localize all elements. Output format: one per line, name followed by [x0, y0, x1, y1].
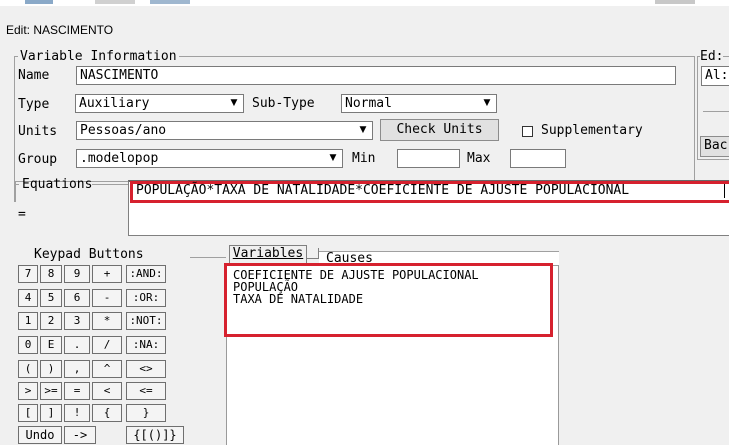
right-panel-divider [703, 111, 729, 112]
keypad-button[interactable]: <= [126, 382, 166, 400]
keypad-button[interactable]: Undo [18, 426, 62, 444]
units-label: Units [18, 124, 58, 139]
type-value: Auxiliary [79, 96, 150, 111]
units-value: Pessoas/ano [80, 123, 167, 138]
keypad-button[interactable]: 2 [40, 312, 62, 330]
keypad-button[interactable]: < [92, 382, 122, 400]
subtype-select[interactable]: Normal ▼ [341, 94, 497, 113]
equation-text: POPULAÇÃO*TAXA DE NATALIDADE*COEFICIENTE… [136, 183, 630, 198]
keypad-button[interactable]: * [92, 312, 122, 330]
keypad-button[interactable]: ( [18, 360, 38, 378]
subtype-label: Sub-Type [252, 96, 315, 111]
supplementary-label: Supplementary [541, 123, 643, 138]
variables-items: COEFICIENTE DE AJUSTE POPULACIONAL POPUL… [233, 269, 479, 305]
equations-frame-top [14, 184, 19, 185]
editing-legend: Ed: [700, 49, 724, 64]
keypad-button[interactable]: > [18, 382, 38, 400]
keypad-button[interactable]: 1 [18, 312, 38, 330]
keypad-legend: Keypad Buttons [34, 247, 144, 262]
keypad-button[interactable]: 3 [64, 312, 90, 330]
keypad-button[interactable]: 9 [64, 265, 90, 283]
keypad-button[interactable]: , [64, 360, 90, 378]
keypad-button[interactable]: 4 [18, 289, 38, 307]
chevron-down-icon: ▼ [230, 98, 238, 108]
keypad-button[interactable]: :NA: [126, 336, 166, 354]
equations-frame [14, 182, 16, 202]
keypad-button[interactable]: } [126, 404, 166, 422]
chevron-down-icon: ▼ [329, 153, 337, 163]
keypad-button[interactable]: { [92, 404, 122, 422]
keypad-button[interactable]: + [92, 265, 122, 283]
keypad-button[interactable]: = [64, 382, 90, 400]
check-units-button[interactable]: Check Units [380, 119, 499, 141]
keypad-frame-line [190, 257, 226, 258]
text-cursor [724, 184, 725, 198]
chevron-down-icon: ▼ [483, 98, 491, 108]
keypad-button[interactable]: ^ [92, 360, 122, 378]
equations-frame-top-right [92, 184, 128, 185]
equations-legend: Equations [22, 177, 93, 192]
keypad-button[interactable]: 5 [40, 289, 62, 307]
min-field[interactable] [397, 149, 460, 168]
keypad-button[interactable]: ! [64, 404, 90, 422]
keypad-button[interactable]: :AND: [126, 265, 166, 283]
keypad-button[interactable]: 6 [64, 289, 90, 307]
keypad-button[interactable]: ] [40, 404, 62, 422]
keypad-button[interactable]: 8 [40, 265, 62, 283]
keypad-button[interactable]: / [92, 336, 122, 354]
keypad-button[interactable]: 7 [18, 265, 38, 283]
keypad-button[interactable]: :NOT: [126, 312, 166, 330]
keypad-button[interactable]: - [92, 289, 122, 307]
min-label: Min [352, 151, 376, 166]
group-select[interactable]: .modelopop ▼ [76, 149, 343, 168]
tab-separator [307, 258, 318, 259]
name-field[interactable]: NASCIMENTO [76, 66, 676, 85]
keypad-button[interactable]: :OR: [126, 289, 166, 307]
top-strip [0, 0, 729, 6]
variable-information-legend: Variable Information [20, 49, 177, 64]
keypad-button[interactable]: -> [64, 426, 96, 444]
units-select[interactable]: Pessoas/ano ▼ [76, 121, 373, 140]
group-value: .modelopop [80, 151, 159, 166]
keypad-button[interactable]: >= [40, 382, 62, 400]
keypad-button[interactable]: E [40, 336, 62, 354]
type-select[interactable]: Auxiliary ▼ [75, 94, 244, 113]
type-label: Type [18, 97, 50, 112]
max-label: Max [467, 151, 491, 166]
keypad-button[interactable]: 0 [18, 336, 38, 354]
keypad-button[interactable]: [ [18, 404, 38, 422]
keypad-button[interactable]: ) [40, 360, 62, 378]
right-panel-field[interactable]: Al: [701, 66, 729, 86]
supplementary-checkbox[interactable] [522, 126, 533, 137]
equals-sign: = [18, 207, 26, 222]
tab-variables-label: Variables [232, 246, 304, 261]
back-button[interactable]: Bac [700, 136, 729, 157]
name-label: Name [18, 68, 50, 83]
chevron-down-icon: ▼ [359, 125, 367, 135]
group-label: Group [18, 152, 58, 167]
window-title: Edit: NASCIMENTO [6, 23, 114, 37]
tab-variables[interactable]: Variables [229, 245, 307, 263]
keypad-button[interactable]: . [64, 336, 90, 354]
list-item[interactable]: TAXA DE NATALIDADE [233, 293, 479, 305]
keypad-button[interactable]: {[()]} [126, 426, 184, 444]
keypad-button[interactable]: <> [126, 360, 166, 378]
max-field[interactable] [510, 149, 566, 168]
subtype-value: Normal [345, 96, 392, 111]
